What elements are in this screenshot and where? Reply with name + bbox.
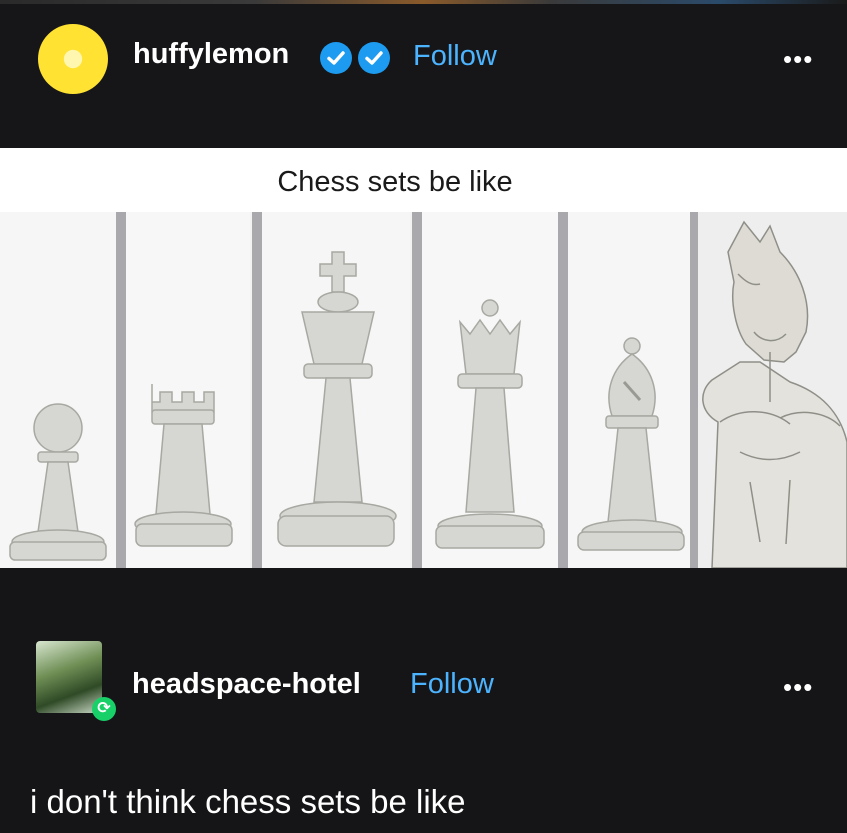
reply-section: ⟳ headspace-hotel Follow ••• i don't thi… xyxy=(0,568,847,833)
more-options-button[interactable]: ••• xyxy=(783,44,813,75)
chess-pieces-row xyxy=(0,212,847,568)
avatar[interactable] xyxy=(36,641,102,713)
follow-button[interactable]: Follow xyxy=(413,40,497,73)
reply-text: i don't think chess sets be like xyxy=(30,783,466,820)
post-author[interactable]: huffylemon xyxy=(133,38,289,71)
follow-button[interactable]: Follow xyxy=(410,668,494,701)
meme-image[interactable]: Chess sets be like xyxy=(0,148,847,568)
more-options-button[interactable]: ••• xyxy=(783,672,813,703)
post-header: huffylemon Follow ••• xyxy=(0,0,847,148)
caption-band: Chess sets be like xyxy=(0,148,847,212)
meme-caption: Chess sets be like xyxy=(277,166,513,198)
avatar[interactable] xyxy=(38,24,108,94)
verified-check-icon xyxy=(358,42,390,74)
verified-check-icon xyxy=(320,42,352,74)
reply-author[interactable]: headspace-hotel xyxy=(132,668,361,701)
reblog-icon: ⟳ xyxy=(92,697,116,721)
